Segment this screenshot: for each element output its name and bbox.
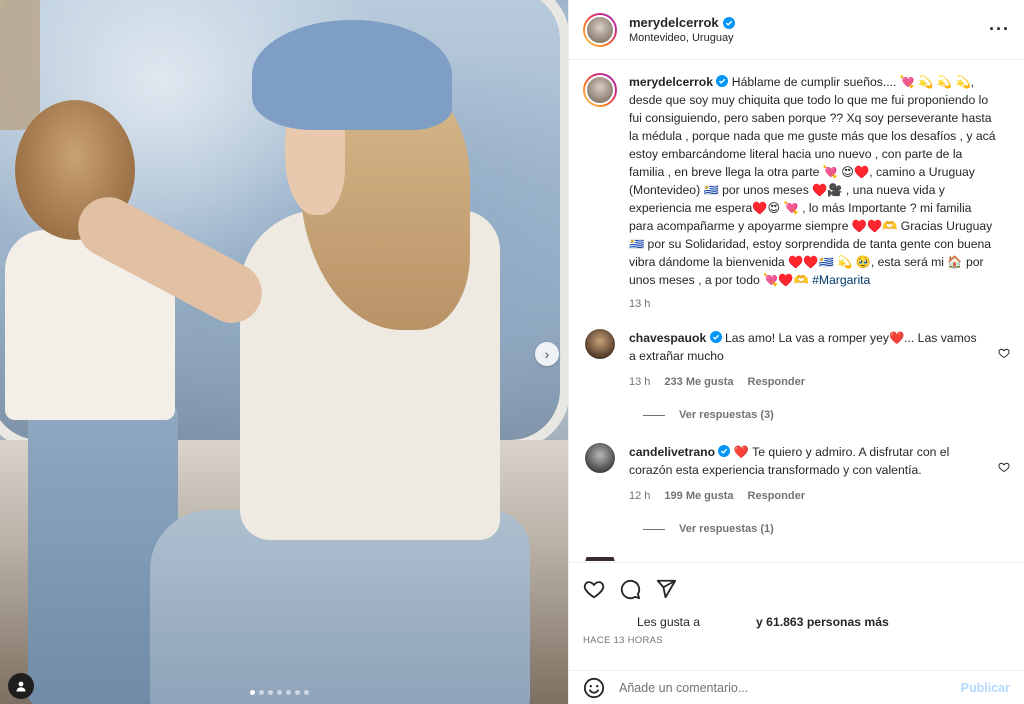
carousel-dot [286, 690, 291, 695]
comment-item-partial [583, 557, 1010, 561]
like-heart-icon[interactable] [583, 578, 605, 600]
share-send-icon[interactable] [655, 578, 677, 600]
comment-username[interactable]: candelivetrano [629, 445, 715, 459]
comment-avatar[interactable] [585, 329, 615, 359]
carousel-dot [304, 690, 309, 695]
view-replies-label: Ver respuestas (1) [679, 523, 774, 535]
user-icon [16, 681, 26, 692]
comment-time: 13 h [629, 376, 651, 388]
verified-badge-icon [718, 445, 731, 457]
comment-bubble-icon[interactable] [619, 578, 641, 600]
post-caption: merydelcerrok Háblame de cumplir sueños.… [583, 73, 1010, 313]
comment-time: 12 h [629, 490, 651, 502]
view-replies-label: Ver respuestas (3) [679, 409, 774, 421]
carousel-dot [277, 690, 282, 695]
chevron-right-icon: › [544, 346, 550, 362]
author-username[interactable]: merydelcerrok [629, 15, 719, 30]
comment-item: candelivetrano ❤️ Te quiero y admiro. A … [583, 443, 1010, 505]
comment-reply-button[interactable]: Responder [748, 487, 805, 505]
carousel-dots [250, 690, 309, 695]
tagged-users-button[interactable] [8, 673, 34, 699]
more-options-icon[interactable]: ··· [989, 19, 1010, 40]
add-comment-bar: Publicar [569, 670, 1024, 704]
caption-time: 13 h [629, 298, 651, 310]
add-comment-input[interactable] [619, 680, 961, 695]
caption-text: Háblame de cumplir sueños.... 💘 💫 💫 💫, d… [629, 75, 996, 287]
carousel-dot [295, 690, 300, 695]
carousel-dot [250, 690, 255, 695]
comment-reply-button[interactable]: Responder [748, 373, 805, 391]
verified-badge-icon [709, 331, 722, 343]
photo-frame-left [0, 0, 40, 130]
post-location[interactable]: Montevideo, Uruguay [629, 32, 989, 44]
publish-button[interactable]: Publicar [961, 681, 1010, 695]
emoji-smiley-icon[interactable] [583, 677, 605, 699]
comment-like-heart-icon[interactable] [998, 461, 1010, 473]
post-header: merydelcerrok Montevideo, Uruguay ··· [569, 0, 1024, 60]
verified-badge-icon [716, 75, 729, 87]
comment-username[interactable]: chavespauok [629, 331, 706, 345]
photo-cap [252, 20, 452, 130]
next-slide-button[interactable]: › [535, 342, 559, 366]
carousel-dot [268, 690, 273, 695]
posted-time-ago: HACE 13 HORAS [583, 635, 663, 646]
comments-scroll-area[interactable]: merydelcerrok Háblame de cumplir sueños.… [569, 61, 1024, 561]
caption-username[interactable]: merydelcerrok [629, 75, 713, 89]
comment-likes-count[interactable]: 233 Me gusta [664, 373, 733, 391]
likes-summary[interactable]: Les gusta a y 61.863 personas más [583, 615, 1010, 629]
carousel-dot [259, 690, 264, 695]
caption-hashtag-link[interactable]: #Margarita [812, 273, 870, 287]
author-avatar[interactable] [583, 12, 617, 47]
likes-count[interactable]: y 61.863 personas más [756, 615, 889, 629]
view-replies-button[interactable]: Ver respuestas (1) [643, 523, 1010, 535]
caption-author-avatar[interactable] [583, 73, 617, 107]
comment-avatar[interactable] [585, 557, 615, 561]
comment-like-heart-icon[interactable] [998, 347, 1010, 359]
post-details-panel: merydelcerrok Montevideo, Uruguay ··· me… [568, 0, 1024, 704]
likes-prefix: Les gusta a [637, 615, 701, 629]
comment-avatar[interactable] [585, 443, 615, 473]
comment-likes-count[interactable]: 199 Me gusta [664, 487, 733, 505]
comment-item: chavespauok Las amo! La vas a romper yey… [583, 329, 1010, 391]
verified-badge-icon [722, 16, 735, 29]
view-replies-button[interactable]: Ver respuestas (3) [643, 409, 1010, 421]
instagram-post-view: › merydelcerrok Montevideo, Uruguay ··· … [0, 0, 1024, 704]
post-photo[interactable]: › [0, 0, 568, 704]
post-actions-bar: Les gusta a y 61.863 personas más HACE 1… [569, 562, 1024, 670]
